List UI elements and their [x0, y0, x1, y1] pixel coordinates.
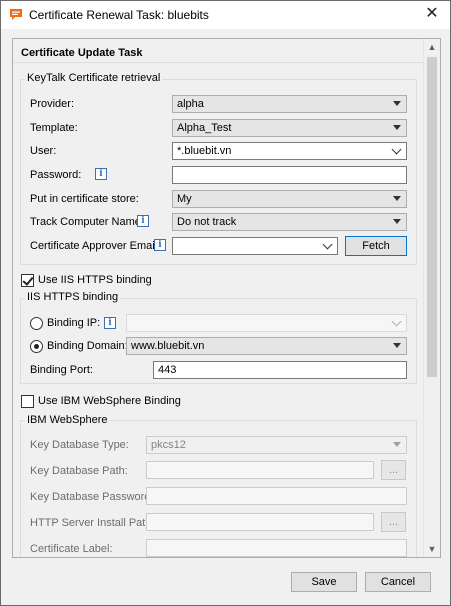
scroll-up-icon[interactable]: ▲: [424, 39, 440, 55]
user-label: User:: [30, 145, 57, 157]
vertical-scrollbar[interactable]: ▲ ▼: [423, 39, 440, 557]
use-websphere-checkbox[interactable]: [21, 395, 34, 408]
chevron-down-icon: [393, 219, 401, 224]
chevron-down-icon: [393, 101, 401, 106]
binding-ip-combo[interactable]: [126, 314, 407, 332]
websphere-group-title: IBM WebSphere: [25, 414, 110, 426]
info-icon[interactable]: i: [95, 168, 107, 180]
binding-domain-value: www.bluebit.vn: [131, 340, 205, 352]
chat-bubble-icon: [10, 9, 22, 20]
scroll-content: Certificate Update Task KeyTalk Certific…: [13, 39, 424, 557]
store-label: Put in certificate store:: [30, 193, 139, 205]
iis-group-title: IIS HTTPS binding: [25, 291, 121, 303]
store-value: My: [177, 193, 192, 205]
binding-ip-radio[interactable]: [30, 317, 43, 330]
scroll-down-icon[interactable]: ▼: [424, 541, 440, 557]
binding-domain-radio[interactable]: [30, 340, 43, 353]
dialog-window: Certificate Renewal Task: bluebits ✕ Cer…: [0, 0, 451, 606]
template-label: Template:: [30, 122, 78, 134]
info-icon[interactable]: i: [104, 317, 116, 329]
binding-domain-label: Binding Domain:: [47, 340, 128, 352]
binding-port-field[interactable]: 443: [153, 361, 407, 379]
db-type-select[interactable]: pkcs12: [146, 436, 407, 454]
browse-http-path-button[interactable]: ...: [381, 512, 406, 532]
chevron-down-icon: [393, 343, 401, 348]
track-computer-select[interactable]: Do not track: [172, 213, 407, 231]
cert-label-label: Certificate Label:: [30, 543, 113, 555]
db-password-field[interactable]: [146, 487, 407, 505]
binding-port-value: 443: [158, 364, 177, 376]
use-iis-checkbox[interactable]: [21, 274, 34, 287]
provider-label: Provider:: [30, 98, 75, 110]
db-path-field[interactable]: [146, 461, 374, 479]
binding-domain-select[interactable]: www.bluebit.vn: [126, 337, 407, 355]
close-icon[interactable]: ✕: [422, 5, 442, 25]
chevron-down-icon[interactable]: [322, 239, 333, 250]
info-icon[interactable]: i: [154, 239, 166, 251]
title-bar: Certificate Renewal Task: bluebits ✕: [1, 1, 450, 29]
approver-label: Certificate Approver Email:: [30, 240, 161, 252]
provider-select[interactable]: alpha: [172, 95, 407, 113]
provider-value: alpha: [177, 98, 204, 110]
use-iis-label: Use IIS HTTPS binding: [38, 274, 152, 286]
scroll-thumb[interactable]: [427, 57, 437, 377]
binding-port-label: Binding Port:: [30, 364, 93, 376]
certificate-store-select[interactable]: My: [172, 190, 407, 208]
window-title: Certificate Renewal Task: bluebits: [29, 8, 209, 22]
chevron-down-icon[interactable]: [391, 144, 402, 155]
info-icon[interactable]: i: [137, 215, 149, 227]
http-path-field[interactable]: [146, 513, 374, 531]
track-label: Track Computer Name:: [30, 216, 144, 228]
template-value: Alpha_Test: [177, 122, 232, 134]
user-value: *.bluebit.vn: [177, 145, 232, 157]
user-combo[interactable]: *.bluebit.vn: [172, 142, 407, 160]
track-value: Do not track: [177, 216, 237, 228]
task-title: Certificate Update Task: [21, 47, 143, 59]
binding-ip-label: Binding IP:: [47, 317, 101, 329]
password-field[interactable]: [172, 166, 407, 184]
password-label: Password:: [30, 169, 82, 181]
cert-label-field[interactable]: [146, 539, 407, 557]
db-password-label: Key Database Password:: [30, 491, 154, 503]
db-type-label: Key Database Type:: [30, 439, 129, 451]
keytalk-group-title: KeyTalk Certificate retrieval: [25, 72, 163, 84]
template-select[interactable]: Alpha_Test: [172, 119, 407, 137]
fetch-button[interactable]: Fetch: [345, 236, 407, 256]
title-divider: [13, 62, 424, 63]
chevron-down-icon[interactable]: [391, 316, 402, 327]
approver-email-combo[interactable]: [172, 237, 338, 255]
chevron-down-icon: [393, 125, 401, 130]
cancel-button[interactable]: Cancel: [365, 572, 431, 592]
save-button[interactable]: Save: [291, 572, 357, 592]
http-path-label: HTTP Server Install Path:: [30, 517, 155, 529]
use-websphere-label: Use IBM WebSphere Binding: [38, 395, 181, 407]
chevron-down-icon: [393, 196, 401, 201]
browse-db-path-button[interactable]: ...: [381, 460, 406, 480]
chevron-down-icon: [393, 442, 401, 447]
scroll-panel: Certificate Update Task KeyTalk Certific…: [12, 38, 441, 558]
db-path-label: Key Database Path:: [30, 465, 128, 477]
